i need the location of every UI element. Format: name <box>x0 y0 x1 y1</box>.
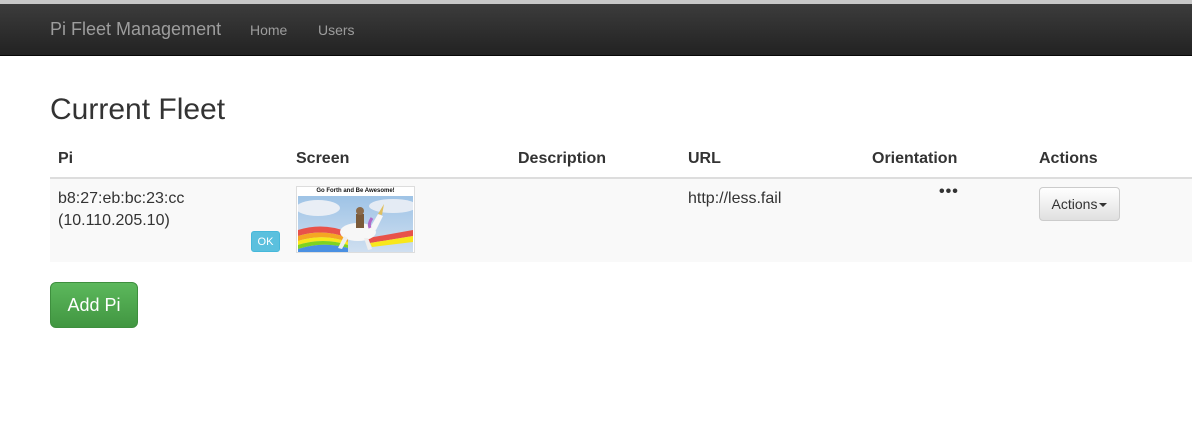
screen-thumbnail-caption: Go Forth and Be Awesome! <box>316 188 395 194</box>
column-header-url: URL <box>688 150 721 167</box>
orientation-more-icon[interactable]: ••• <box>939 183 959 201</box>
column-header-screen: Screen <box>296 150 350 167</box>
fleet-table-header: Pi Screen Description URL Orientation Ac… <box>50 140 1192 179</box>
column-header-description: Description <box>518 150 607 167</box>
column-header-orientation: Orientation <box>872 150 958 167</box>
page-title: Current Fleet <box>50 93 226 126</box>
actions-dropdown-label: Actions <box>1051 196 1098 212</box>
pi-ip-address: (10.110.205.10) <box>58 212 170 229</box>
pi-mac-address: b8:27:eb:bc:23:cc <box>58 190 185 207</box>
caret-down-icon <box>1099 203 1108 208</box>
column-header-actions: Actions <box>1039 150 1098 167</box>
add-pi-button[interactable]: Add Pi <box>50 282 138 328</box>
navbar-brand[interactable]: Pi Fleet Management <box>50 19 221 40</box>
nav-link-users[interactable]: Users <box>318 22 355 38</box>
navbar: Pi Fleet Management Home Users <box>0 4 1192 56</box>
screen-thumbnail[interactable]: Go Forth and Be Awesome! <box>296 186 415 253</box>
status-badge[interactable]: OK <box>251 231 280 252</box>
column-header-pi: Pi <box>58 150 74 167</box>
unicorn-image <box>298 196 413 252</box>
table-row: b8:27:eb:bc:23:cc (10.110.205.10) OK Go … <box>50 179 1192 262</box>
actions-dropdown-button[interactable]: Actions <box>1039 187 1120 221</box>
nav-link-home[interactable]: Home <box>250 22 287 38</box>
pi-url: http://less.fail <box>688 190 782 207</box>
